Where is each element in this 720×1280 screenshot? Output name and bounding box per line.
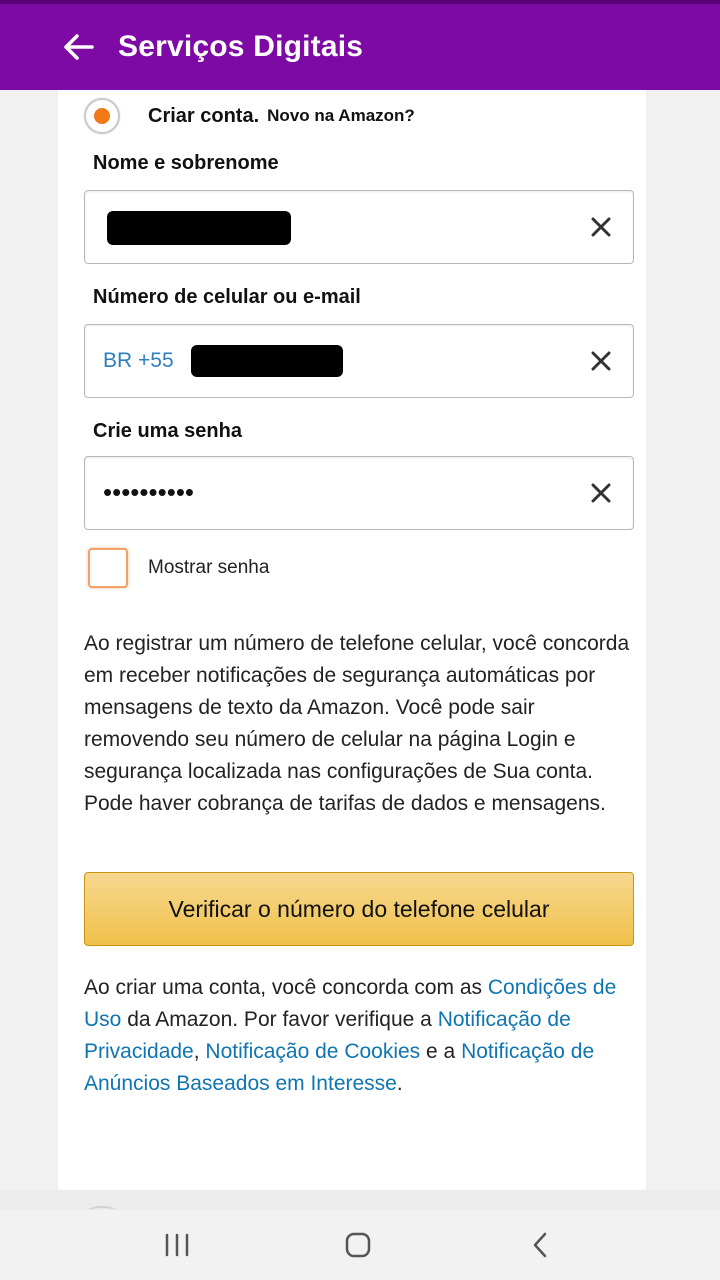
password-masked-value: •••••••••• bbox=[103, 477, 195, 507]
system-back-button[interactable] bbox=[510, 1215, 570, 1275]
name-field[interactable] bbox=[84, 190, 634, 264]
terms-text: Ao criar uma conta, você concorda com as… bbox=[84, 972, 644, 1100]
close-icon bbox=[591, 483, 611, 503]
clear-password-button[interactable] bbox=[583, 475, 619, 511]
recent-apps-icon bbox=[165, 1233, 189, 1257]
radio-selected-dot bbox=[94, 108, 110, 124]
phone-field-label: Número de celular ou e-mail bbox=[93, 286, 361, 308]
terms-and: e a bbox=[420, 1040, 462, 1063]
clear-phone-button[interactable] bbox=[583, 343, 619, 379]
terms-end: . bbox=[396, 1072, 403, 1095]
terms-comma: , bbox=[193, 1040, 206, 1063]
close-icon bbox=[591, 351, 611, 371]
verify-phone-button[interactable]: Verificar o número do telefone celular bbox=[84, 872, 634, 946]
home-button[interactable] bbox=[328, 1215, 388, 1275]
app-bar: Serviços Digitais bbox=[0, 0, 720, 90]
clear-name-button[interactable] bbox=[583, 209, 619, 245]
home-icon bbox=[345, 1232, 371, 1258]
back-button[interactable] bbox=[44, 12, 114, 82]
password-field-label: Crie uma senha bbox=[93, 420, 242, 442]
name-field-label: Nome e sobrenome bbox=[93, 152, 279, 174]
arrow-left-icon bbox=[64, 34, 94, 60]
app-bar-title: Serviços Digitais bbox=[118, 30, 364, 63]
redacted-phone bbox=[191, 345, 343, 377]
redacted-name bbox=[107, 211, 291, 245]
recent-apps-button[interactable] bbox=[147, 1215, 207, 1275]
terms-intro: Ao criar uma conta, você concorda com as bbox=[84, 976, 488, 999]
new-to-amazon-label: Novo na Amazon? bbox=[267, 106, 415, 125]
system-navigation-bar bbox=[0, 1210, 720, 1280]
password-field[interactable]: •••••••••• bbox=[84, 456, 634, 530]
phone-email-field[interactable]: BR +55 bbox=[84, 324, 634, 398]
close-icon bbox=[591, 217, 611, 237]
show-password-row[interactable]: Mostrar senha bbox=[88, 548, 269, 588]
terms-after-conditions: da Amazon. Por favor verifique a bbox=[121, 1008, 438, 1031]
create-account-card: Criar conta. Novo na Amazon? Nome e sobr… bbox=[58, 90, 646, 1190]
back-chevron-icon bbox=[533, 1232, 547, 1258]
create-account-option[interactable]: Criar conta. Novo na Amazon? bbox=[84, 96, 415, 136]
create-account-radio[interactable] bbox=[84, 98, 120, 134]
sms-notice-text: Ao registrar um número de telefone celul… bbox=[84, 632, 630, 815]
country-code-prefix[interactable]: BR +55 bbox=[103, 349, 174, 373]
show-password-checkbox[interactable] bbox=[88, 548, 128, 588]
show-password-label: Mostrar senha bbox=[148, 557, 270, 578]
create-account-label: Criar conta. bbox=[148, 104, 260, 127]
cookies-notice-link[interactable]: Notificação de Cookies bbox=[205, 1040, 420, 1063]
